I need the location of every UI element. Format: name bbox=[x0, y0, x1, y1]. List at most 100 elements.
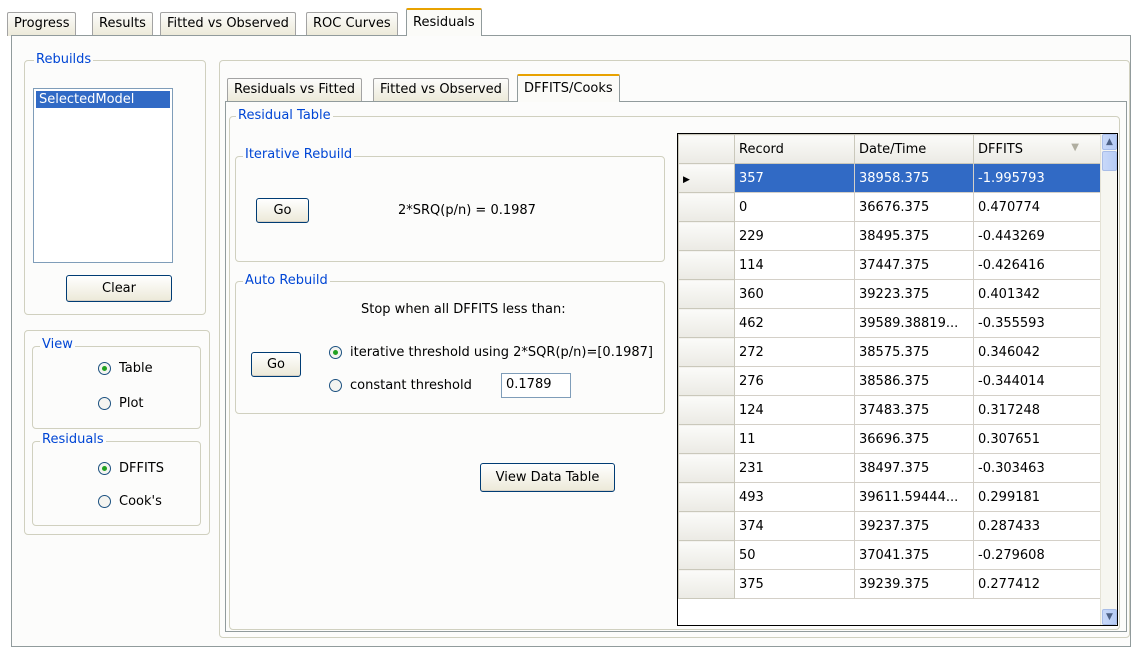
tab-fitted-vs-observed[interactable]: Fitted vs Observed bbox=[160, 12, 296, 36]
cell-dffits[interactable]: -0.443269 bbox=[973, 221, 1102, 251]
table-row[interactable]: 50 37041.375 -0.279608 bbox=[678, 540, 1102, 570]
table-row[interactable]: 0 36676.375 0.470774 bbox=[678, 192, 1102, 222]
clear-button[interactable]: Clear bbox=[66, 275, 172, 302]
row-header[interactable] bbox=[678, 221, 735, 251]
row-header[interactable] bbox=[678, 511, 735, 541]
cell-datetime[interactable]: 39239.375 bbox=[854, 569, 974, 599]
table-row[interactable]: 493 39611.59444... 0.299181 bbox=[678, 482, 1102, 512]
tab-results[interactable]: Results bbox=[92, 12, 153, 36]
row-header[interactable] bbox=[678, 250, 735, 280]
cell-dffits[interactable]: 0.401342 bbox=[973, 279, 1102, 309]
cell-record[interactable]: 276 bbox=[734, 366, 855, 396]
tab-progress[interactable]: Progress bbox=[7, 12, 77, 36]
row-header[interactable] bbox=[678, 569, 735, 599]
cell-dffits[interactable]: 0.299181 bbox=[973, 482, 1102, 512]
subtab-fitted-vs-observed[interactable]: Fitted vs Observed bbox=[373, 78, 509, 102]
cell-dffits[interactable]: 0.346042 bbox=[973, 337, 1102, 367]
scroll-down-icon[interactable]: ▼ bbox=[1102, 609, 1117, 625]
table-row[interactable]: 360 39223.375 0.401342 bbox=[678, 279, 1102, 309]
table-row[interactable]: 11 36696.375 0.307651 bbox=[678, 424, 1102, 454]
table-row[interactable]: 272 38575.375 0.346042 bbox=[678, 337, 1102, 367]
cell-datetime[interactable]: 38497.375 bbox=[854, 453, 974, 483]
row-header[interactable] bbox=[678, 424, 735, 454]
cell-record[interactable]: 0 bbox=[734, 192, 855, 222]
cell-dffits[interactable]: -1.995793 bbox=[973, 163, 1102, 193]
cell-dffits[interactable]: -0.344014 bbox=[973, 366, 1102, 396]
cell-record[interactable]: 272 bbox=[734, 337, 855, 367]
cell-record[interactable]: 114 bbox=[734, 250, 855, 280]
cell-datetime[interactable]: 38958.375 bbox=[854, 163, 974, 193]
cell-datetime[interactable]: 39223.375 bbox=[854, 279, 974, 309]
rebuild-item-selectedmodel[interactable]: SelectedModel bbox=[36, 91, 170, 108]
auto-go-button[interactable]: Go bbox=[251, 352, 301, 377]
table-row[interactable]: ▶ 357 38958.375 -1.995793 bbox=[678, 163, 1102, 193]
cell-dffits[interactable]: 0.277412 bbox=[973, 569, 1102, 599]
rebuilds-listbox[interactable]: SelectedModel bbox=[33, 88, 173, 263]
residuals-cooks-radio[interactable]: Cook's bbox=[98, 494, 162, 509]
scroll-up-icon[interactable]: ▲ bbox=[1102, 134, 1117, 150]
cell-datetime[interactable]: 38575.375 bbox=[854, 337, 974, 367]
row-header[interactable] bbox=[678, 395, 735, 425]
cell-record[interactable]: 493 bbox=[734, 482, 855, 512]
cell-record[interactable]: 229 bbox=[734, 221, 855, 251]
cell-record[interactable]: 231 bbox=[734, 453, 855, 483]
cell-datetime[interactable]: 37447.375 bbox=[854, 250, 974, 280]
cell-dffits[interactable]: 0.317248 bbox=[973, 395, 1102, 425]
row-header[interactable] bbox=[678, 366, 735, 396]
iterative-threshold-radio[interactable]: iterative threshold using 2*SQR(p/n)=[0.… bbox=[329, 345, 653, 360]
cell-record[interactable]: 375 bbox=[734, 569, 855, 599]
cell-datetime[interactable]: 38586.375 bbox=[854, 366, 974, 396]
table-row[interactable]: 114 37447.375 -0.426416 bbox=[678, 250, 1102, 280]
table-row[interactable]: 124 37483.375 0.317248 bbox=[678, 395, 1102, 425]
column-header-record[interactable]: Record bbox=[734, 134, 855, 164]
row-header[interactable] bbox=[678, 279, 735, 309]
cell-dffits[interactable]: -0.303463 bbox=[973, 453, 1102, 483]
subtab-dffits-cooks[interactable]: DFFITS/Cooks bbox=[517, 74, 620, 102]
cell-datetime[interactable]: 36696.375 bbox=[854, 424, 974, 454]
cell-dffits[interactable]: 0.470774 bbox=[973, 192, 1102, 222]
row-header[interactable]: ▶ bbox=[678, 163, 735, 193]
cell-record[interactable]: 124 bbox=[734, 395, 855, 425]
cell-record[interactable]: 11 bbox=[734, 424, 855, 454]
table-row[interactable]: 229 38495.375 -0.443269 bbox=[678, 221, 1102, 251]
dffits-data-grid[interactable]: Record Date/Time DFFITS ▼ ▶ 357 38958.375-… bbox=[677, 133, 1118, 626]
constant-threshold-input[interactable]: 0.1789 bbox=[501, 373, 571, 398]
scrollbar-thumb[interactable] bbox=[1102, 151, 1117, 171]
cell-datetime[interactable]: 38495.375 bbox=[854, 221, 974, 251]
cell-record[interactable]: 462 bbox=[734, 308, 855, 338]
cell-datetime[interactable]: 39589.38819... bbox=[854, 308, 974, 338]
cell-dffits[interactable]: 0.307651 bbox=[973, 424, 1102, 454]
table-row[interactable]: 231 38497.375 -0.303463 bbox=[678, 453, 1102, 483]
iterative-go-button[interactable]: Go bbox=[256, 198, 309, 223]
row-header[interactable] bbox=[678, 453, 735, 483]
tab-residuals[interactable]: Residuals bbox=[406, 8, 482, 36]
cell-datetime[interactable]: 37041.375 bbox=[854, 540, 974, 570]
row-header[interactable] bbox=[678, 337, 735, 367]
constant-threshold-radio[interactable]: constant threshold bbox=[329, 378, 472, 393]
grid-vertical-scrollbar[interactable]: ▲ ▼ bbox=[1100, 134, 1117, 625]
view-plot-radio[interactable]: Plot bbox=[98, 396, 144, 411]
row-header[interactable] bbox=[678, 308, 735, 338]
table-row[interactable]: 276 38586.375 -0.344014 bbox=[678, 366, 1102, 396]
view-data-table-button[interactable]: View Data Table bbox=[480, 463, 615, 492]
view-table-radio[interactable]: Table bbox=[98, 361, 153, 376]
column-header-datetime[interactable]: Date/Time bbox=[854, 134, 974, 164]
tab-roc-curves[interactable]: ROC Curves bbox=[306, 12, 398, 36]
residuals-dffits-radio[interactable]: DFFITS bbox=[98, 461, 164, 476]
cell-record[interactable]: 360 bbox=[734, 279, 855, 309]
row-header[interactable] bbox=[678, 540, 735, 570]
table-row[interactable]: 462 39589.38819... -0.355593 bbox=[678, 308, 1102, 338]
cell-dffits[interactable]: -0.426416 bbox=[973, 250, 1102, 280]
cell-record[interactable]: 374 bbox=[734, 511, 855, 541]
cell-datetime[interactable]: 39237.375 bbox=[854, 511, 974, 541]
cell-dffits[interactable]: -0.355593 bbox=[973, 308, 1102, 338]
column-header-dffits[interactable]: DFFITS ▼ bbox=[973, 134, 1102, 164]
row-header[interactable] bbox=[678, 482, 735, 512]
table-row[interactable]: 375 39239.375 0.277412 bbox=[678, 569, 1102, 599]
table-row[interactable]: 374 39237.375 0.287433 bbox=[678, 511, 1102, 541]
row-header[interactable] bbox=[678, 192, 735, 222]
cell-datetime[interactable]: 37483.375 bbox=[854, 395, 974, 425]
cell-dffits[interactable]: -0.279608 bbox=[973, 540, 1102, 570]
cell-dffits[interactable]: 0.287433 bbox=[973, 511, 1102, 541]
cell-datetime[interactable]: 36676.375 bbox=[854, 192, 974, 222]
